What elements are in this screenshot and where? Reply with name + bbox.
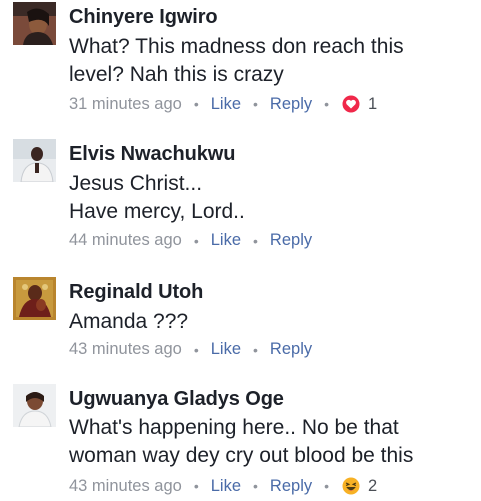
- avatar[interactable]: [13, 2, 56, 45]
- separator-dot: •: [253, 478, 258, 494]
- avatar[interactable]: [13, 277, 56, 320]
- avatar[interactable]: [13, 384, 56, 427]
- comment-text: Amanda ???: [69, 310, 189, 333]
- comment-author[interactable]: Chinyere Igwiro: [69, 6, 218, 29]
- comment-meta: 43 minutes ago • Like • Reply • 2: [69, 476, 377, 496]
- comment-timestamp: 43 minutes ago: [69, 340, 182, 358]
- separator-dot: •: [253, 96, 258, 112]
- avatar[interactable]: [13, 139, 56, 182]
- separator-dot: •: [324, 478, 330, 494]
- comment-author[interactable]: Ugwuanya Gladys Oge: [69, 388, 284, 411]
- comment-text: level? Nah this is crazy: [69, 63, 284, 86]
- comment-meta: 31 minutes ago • Like • Reply • 1: [69, 94, 377, 114]
- like-button[interactable]: Like: [211, 95, 241, 114]
- separator-dot: •: [253, 232, 258, 249]
- haha-reaction-icon: [341, 476, 361, 496]
- separator-dot: •: [253, 341, 258, 358]
- reaction-count: 2: [368, 476, 378, 495]
- comment-timestamp: 43 minutes ago: [69, 476, 182, 495]
- like-button[interactable]: Like: [211, 477, 241, 496]
- comment-author[interactable]: Reginald Utoh: [69, 281, 203, 304]
- reply-button[interactable]: Reply: [270, 477, 312, 496]
- separator-dot: •: [193, 341, 199, 358]
- comment-timestamp: 31 minutes ago: [69, 94, 182, 113]
- like-button[interactable]: Like: [211, 340, 241, 359]
- comment-text: woman way dey cry out blood be this: [69, 444, 414, 467]
- comment-text: Jesus Christ...: [69, 172, 203, 195]
- comment-text: What? This madness don reach this: [69, 35, 404, 58]
- comment-text: Have mercy, Lord..: [69, 200, 245, 223]
- reply-button[interactable]: Reply: [270, 95, 312, 114]
- separator-dot: •: [193, 232, 199, 249]
- reaction-summary[interactable]: 2: [341, 476, 377, 496]
- comment-text: What's happening here.. No be that: [69, 416, 399, 439]
- comment-meta: 44 minutes ago • Like • Reply: [69, 231, 312, 250]
- reaction-summary[interactable]: 1: [341, 94, 377, 114]
- comment-timestamp: 44 minutes ago: [69, 231, 182, 249]
- separator-dot: •: [193, 96, 199, 112]
- separator-dot: •: [193, 478, 199, 494]
- separator-dot: •: [324, 96, 330, 112]
- love-reaction-icon: [341, 94, 361, 114]
- reply-button[interactable]: Reply: [270, 340, 312, 359]
- like-button[interactable]: Like: [211, 231, 241, 250]
- reaction-count: 1: [368, 94, 378, 113]
- reply-button[interactable]: Reply: [270, 231, 312, 250]
- comment-author[interactable]: Elvis Nwachukwu: [69, 143, 235, 166]
- comment-meta: 43 minutes ago • Like • Reply: [69, 340, 312, 359]
